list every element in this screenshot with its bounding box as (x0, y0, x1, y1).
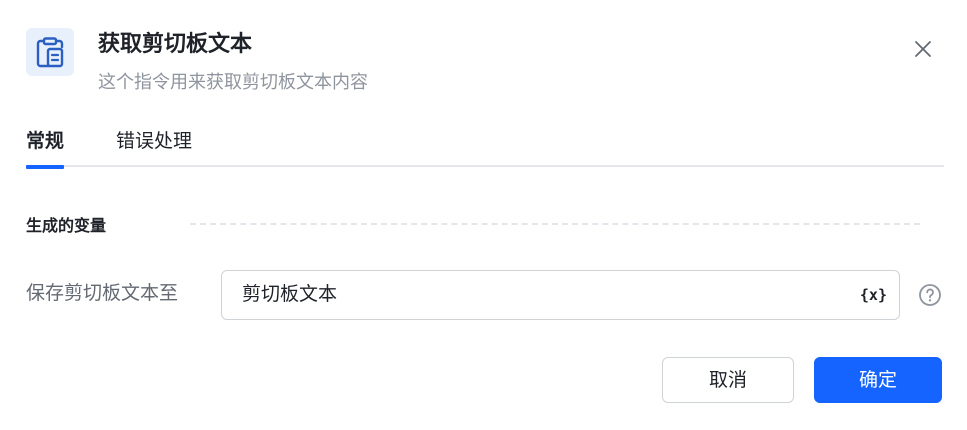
tab-bar: 常规 错误处理 (26, 126, 944, 169)
close-button[interactable] (910, 36, 936, 62)
save-clipboard-text-label: 保存剪切板文本至 (26, 282, 179, 304)
clipboard-text-icon (26, 28, 74, 76)
close-icon (915, 41, 931, 57)
confirm-button[interactable]: 确定 (814, 357, 942, 403)
dialog: 获取剪切板文本 这个指令用来获取剪切板文本内容 常规 错误处理 生成的变量 保存… (0, 0, 967, 430)
variable-name-field: {x} (221, 270, 900, 320)
variable-name-input[interactable] (242, 271, 842, 318)
tab-general[interactable]: 常规 (26, 126, 65, 169)
dialog-title: 获取剪切板文本 (98, 32, 253, 57)
section-divider (190, 223, 920, 225)
section-title-output-variables: 生成的变量 (26, 216, 107, 235)
dialog-subtitle: 这个指令用来获取剪切板文本内容 (98, 72, 368, 93)
variable-icon[interactable]: {x} (860, 283, 887, 307)
tab-error-handling[interactable]: 错误处理 (116, 126, 192, 167)
cancel-button[interactable]: 取消 (662, 357, 794, 403)
question-circle-icon[interactable] (918, 283, 942, 307)
